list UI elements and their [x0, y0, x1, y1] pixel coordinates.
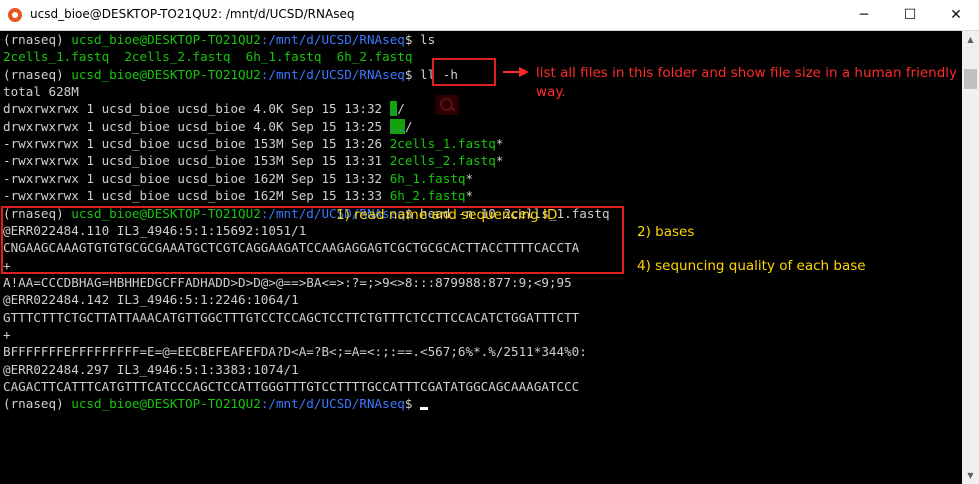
- ls-output: 2cells_1.fastq 2cells_2.fastq 6h_1.fastq…: [3, 49, 413, 65]
- prompt-env: (rnaseq): [3, 66, 72, 82]
- fastq-line: @ERR022484.142 IL3_4946:5:1:2246:1064/1: [3, 292, 299, 308]
- listing-suffix: *: [495, 153, 504, 169]
- prompt-userhost: ucsd_bioe@DESKTOP-TO21QU2: [71, 66, 261, 82]
- listing-name: ..: [389, 118, 405, 134]
- listing-suffix: *: [465, 170, 474, 186]
- listing-suffix: *: [465, 188, 474, 204]
- fastq-line: @ERR022484.297 IL3_4946:5:1:3383:1074/1: [3, 361, 299, 377]
- listing-row: -rwxrwxrwx 1 ucsd_bioe ucsd_bioe 162M Se…: [3, 170, 473, 187]
- ll-highlight-box: [432, 58, 496, 86]
- prompt-symbol: $: [404, 32, 421, 47]
- prompt-userhost: ucsd_bioe@DESKTOP-TO21QU2: [71, 396, 261, 412]
- prompt-path: :/mnt/d/UCSD/RNAseq: [260, 396, 405, 412]
- listing-suffix: /: [397, 101, 405, 117]
- magnifier-icon: [435, 95, 459, 115]
- prompt-symbol: $: [404, 66, 421, 82]
- vertical-scrollbar[interactable]: ▲ ▼: [962, 31, 979, 484]
- listing-row: drwxrwxrwx 1 ucsd_bioe ucsd_bioe 4.0K Se…: [3, 100, 405, 117]
- minimize-button[interactable]: ─: [841, 0, 887, 30]
- listing-info: -rwxrwxrwx 1 ucsd_bioe ucsd_bioe 162M Se…: [3, 170, 390, 186]
- quality-annotation: 4) sequncing quality of each base: [637, 258, 866, 274]
- maximize-button[interactable]: ☐: [887, 0, 933, 30]
- fastq-line: GTTTCTTTCTGCTTATTAAACATGTTGGCTTTGTCCTCCA…: [3, 309, 580, 325]
- listing-row: -rwxrwxrwx 1 ucsd_bioe ucsd_bioe 153M Se…: [3, 135, 503, 152]
- close-button[interactable]: ✕: [933, 0, 979, 30]
- window-title: ucsd_bioe@DESKTOP-TO21QU2: /mnt/d/UCSD/R…: [30, 7, 355, 21]
- terminal-line-prompt[interactable]: (rnaseq) ucsd_bioe@DESKTOP-TO21QU2:/mnt/…: [3, 395, 429, 412]
- read-name-annotation: 1) read name and sequencing ID: [336, 207, 558, 223]
- listing-row: -rwxrwxrwx 1 ucsd_bioe ucsd_bioe 153M Se…: [3, 152, 503, 169]
- scroll-up-arrow-icon[interactable]: ▲: [962, 31, 979, 48]
- text-cursor: [420, 407, 429, 411]
- total-line: total 628M: [3, 84, 79, 100]
- listing-info: -rwxrwxrwx 1 ucsd_bioe ucsd_bioe 153M Se…: [3, 136, 390, 152]
- listing-name: 2cells_2.fastq: [389, 153, 496, 169]
- ll-annotation: list all files in this folder and show f…: [536, 65, 958, 100]
- prompt-symbol: $: [404, 396, 421, 412]
- listing-suffix: *: [495, 136, 504, 152]
- window-titlebar: ucsd_bioe@DESKTOP-TO21QU2: /mnt/d/UCSD/R…: [0, 0, 979, 31]
- prompt-path: :/mnt/d/UCSD/RNAseq: [260, 66, 405, 82]
- listing-info: drwxrwxrwx 1 ucsd_bioe ucsd_bioe 4.0K Se…: [3, 101, 390, 117]
- terminal-line-ll: (rnaseq) ucsd_bioe@DESKTOP-TO21QU2:/mnt/…: [3, 66, 458, 83]
- ubuntu-icon: [8, 8, 22, 22]
- listing-name: 6h_1.fastq: [389, 170, 466, 186]
- fastq-line: +: [3, 326, 11, 342]
- prompt-userhost: ucsd_bioe@DESKTOP-TO21QU2: [71, 32, 261, 47]
- fastq-line: BFFFFFFFEFFFFFFFFF=E=@=EECBEFEAFEFDA?D<A…: [3, 344, 587, 360]
- arrow-right-icon: [503, 67, 529, 77]
- fastq-line: A!AA=CCCDBHAG=HBHHEDGCFFADHADD>D>D@>@==>…: [3, 274, 572, 290]
- listing-info: -rwxrwxrwx 1 ucsd_bioe ucsd_bioe 162M Se…: [3, 188, 390, 204]
- fastq-line: CAGACTTCATTTCATGTTTCATCCCAGCTCCATTGGGTTT…: [3, 379, 580, 394]
- listing-row: -rwxrwxrwx 1 ucsd_bioe ucsd_bioe 162M Se…: [3, 187, 473, 204]
- bases-annotation: 2) bases: [637, 224, 695, 240]
- listing-info: -rwxrwxrwx 1 ucsd_bioe ucsd_bioe 153M Se…: [3, 153, 390, 169]
- prompt-env: (rnaseq): [3, 396, 72, 412]
- scroll-down-arrow-icon[interactable]: ▼: [962, 467, 979, 484]
- scrollbar-thumb[interactable]: [964, 69, 977, 89]
- command-ls: ls: [420, 32, 436, 47]
- prompt-env: (rnaseq): [3, 32, 72, 47]
- listing-info: drwxrwxrwx 1 ucsd_bioe ucsd_bioe 4.0K Se…: [3, 118, 390, 134]
- listing-name: 6h_2.fastq: [389, 188, 466, 204]
- listing-name: 2cells_1.fastq: [389, 136, 496, 152]
- listing-row: drwxrwxrwx 1 ucsd_bioe ucsd_bioe 4.0K Se…: [3, 118, 412, 135]
- prompt-path: :/mnt/d/UCSD/RNAseq: [260, 32, 405, 47]
- listing-suffix: /: [404, 118, 413, 134]
- terminal-line-ls: (rnaseq) ucsd_bioe@DESKTOP-TO21QU2:/mnt/…: [3, 31, 435, 48]
